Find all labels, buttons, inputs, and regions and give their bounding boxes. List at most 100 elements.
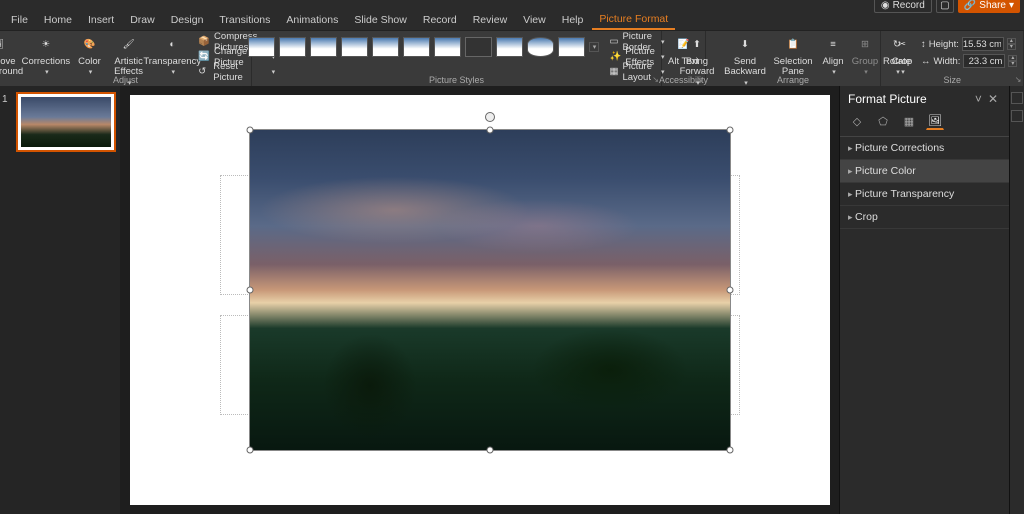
- tab-animations[interactable]: Animations: [279, 11, 345, 29]
- remove-background-button[interactable]: 🖼Remove Background: [0, 33, 20, 78]
- inserted-picture[interactable]: [250, 130, 730, 450]
- tab-review[interactable]: Review: [466, 11, 514, 29]
- fill-line-tab[interactable]: ◇: [848, 112, 866, 130]
- section-picture-color[interactable]: Picture Color: [840, 160, 1009, 183]
- transparency-button[interactable]: ◐Transparency: [150, 33, 194, 77]
- group-size-label: Size: [943, 75, 961, 85]
- style-thumb[interactable]: [465, 37, 492, 57]
- format-picture-pane: Format Picture ˅✕ ◇ ⬠ ▦ 🖼 Picture Correc…: [839, 86, 1009, 514]
- group-adjust-label: Adjust: [113, 75, 138, 85]
- section-picture-transparency[interactable]: Picture Transparency: [840, 183, 1009, 206]
- thumbnail-preview: [21, 97, 111, 147]
- resize-handle-ne[interactable]: [726, 127, 733, 134]
- group-label-txt: Group: [852, 57, 878, 67]
- group-icon: ⊞: [855, 35, 875, 55]
- resize-handle-s[interactable]: [486, 447, 493, 454]
- resize-handle-nw[interactable]: [246, 127, 253, 134]
- tab-insert[interactable]: Insert: [81, 11, 121, 29]
- style-thumb[interactable]: [496, 37, 523, 57]
- record-label: Record: [893, 0, 925, 11]
- style-thumb[interactable]: [558, 37, 585, 57]
- remove-bg-label: Remove Background: [0, 57, 23, 78]
- tab-slideshow[interactable]: Slide Show: [347, 11, 414, 29]
- pane-close-button[interactable]: ✕: [985, 92, 1001, 106]
- transparency-icon: ◐: [162, 35, 182, 55]
- resize-handle-e[interactable]: [726, 287, 733, 294]
- section-crop[interactable]: Crop: [840, 206, 1009, 229]
- crop-icon: ✂: [892, 35, 912, 55]
- pane-options-button[interactable]: ˅: [972, 92, 985, 106]
- forward-icon: ⬆: [687, 35, 707, 55]
- color-button[interactable]: 🎨Color: [72, 33, 107, 77]
- resize-handle-se[interactable]: [726, 447, 733, 454]
- crop-button[interactable]: ✂ Crop: [887, 33, 917, 77]
- style-thumb[interactable]: [341, 37, 368, 57]
- width-spinner[interactable]: ▴▾: [1008, 55, 1017, 67]
- effects-tab[interactable]: ⬠: [874, 112, 892, 130]
- group-arrange: ⬆Bring Forward ⬇Send Backward 📋Selection…: [706, 31, 881, 86]
- strip-button-1[interactable]: [1011, 92, 1023, 104]
- resize-handle-w[interactable]: [246, 287, 253, 294]
- share-label: Share: [979, 0, 1006, 11]
- height-spinner[interactable]: ▴▾: [1007, 38, 1016, 50]
- size-dialog-launcher[interactable]: ↘: [1015, 75, 1022, 84]
- group-styles-label: Picture Styles: [429, 75, 484, 85]
- style-thumb[interactable]: [279, 37, 306, 57]
- tab-draw[interactable]: Draw: [123, 11, 162, 29]
- group-size: ✂ Crop ↕Height: ▴▾ ↔Width: ▴▾ Size ↘: [881, 31, 1024, 86]
- strip-button-2[interactable]: [1011, 110, 1023, 122]
- record-button[interactable]: ◉ Record: [874, 0, 932, 13]
- picture-tab[interactable]: 🖼: [926, 112, 944, 130]
- slide-thumbnail[interactable]: 1: [4, 92, 116, 152]
- tab-transitions[interactable]: Transitions: [212, 11, 277, 29]
- right-tool-strip: [1009, 86, 1024, 514]
- resize-handle-sw[interactable]: [246, 447, 253, 454]
- pane-title: Format Picture: [848, 92, 927, 106]
- height-input[interactable]: [962, 37, 1004, 51]
- size-props-tab[interactable]: ▦: [900, 112, 918, 130]
- style-thumb[interactable]: [310, 37, 337, 57]
- section-picture-corrections[interactable]: Picture Corrections: [840, 137, 1009, 160]
- align-button[interactable]: ≡Align: [819, 33, 847, 77]
- width-label: Width:: [934, 56, 961, 67]
- height-icon: ↕: [921, 39, 926, 50]
- backward-label: Send Backward: [723, 57, 767, 78]
- style-thumb[interactable]: [372, 37, 399, 57]
- style-thumb[interactable]: [248, 37, 275, 57]
- height-label: Height:: [929, 39, 959, 50]
- rotation-handle[interactable]: [485, 112, 495, 122]
- corrections-button[interactable]: ☀Corrections: [24, 33, 68, 77]
- style-thumb[interactable]: [434, 37, 461, 57]
- present-button[interactable]: ▢: [936, 0, 954, 13]
- share-button[interactable]: 🔗 Share ▾: [958, 0, 1020, 13]
- tab-record[interactable]: Record: [416, 11, 464, 29]
- tab-picture-format[interactable]: Picture Format: [592, 10, 675, 30]
- resize-handle-n[interactable]: [486, 127, 493, 134]
- tab-view[interactable]: View: [516, 11, 553, 29]
- group-button[interactable]: ⊞ Group: [851, 33, 879, 77]
- styles-dialog-launcher[interactable]: ↘: [652, 75, 659, 84]
- width-input[interactable]: [963, 54, 1005, 68]
- group-picture-styles: ▾ ▭Picture Border ✨Picture Effects ▦Pict…: [252, 31, 662, 86]
- tab-file[interactable]: File: [4, 11, 35, 29]
- crop-label: Crop: [892, 57, 913, 67]
- gallery-more-button[interactable]: ▾: [589, 42, 599, 52]
- artistic-icon: 🖌: [119, 35, 139, 55]
- pane-category-tabs: ◇ ⬠ ▦ 🖼: [840, 108, 1009, 137]
- group-adjust: 🖼Remove Background ☀Corrections 🎨Color 🖌…: [0, 31, 252, 86]
- tab-help[interactable]: Help: [555, 11, 591, 29]
- style-thumb[interactable]: [403, 37, 430, 57]
- tab-design[interactable]: Design: [164, 11, 211, 29]
- align-icon: ≡: [823, 35, 843, 55]
- slide-canvas[interactable]: [130, 95, 830, 505]
- tab-home[interactable]: Home: [37, 11, 79, 29]
- transparency-label: Transparency: [143, 57, 201, 67]
- selection-pane-button[interactable]: 📋Selection Pane: [771, 33, 815, 78]
- slide-thumbnail-panel[interactable]: 1: [0, 86, 120, 514]
- send-backward-button[interactable]: ⬇Send Backward: [723, 33, 767, 88]
- style-thumb[interactable]: [527, 37, 554, 57]
- bring-forward-button[interactable]: ⬆Bring Forward: [675, 33, 719, 88]
- slide-canvas-area[interactable]: [120, 86, 839, 514]
- width-icon: ↔: [921, 56, 931, 67]
- styles-gallery[interactable]: ▾: [248, 33, 599, 57]
